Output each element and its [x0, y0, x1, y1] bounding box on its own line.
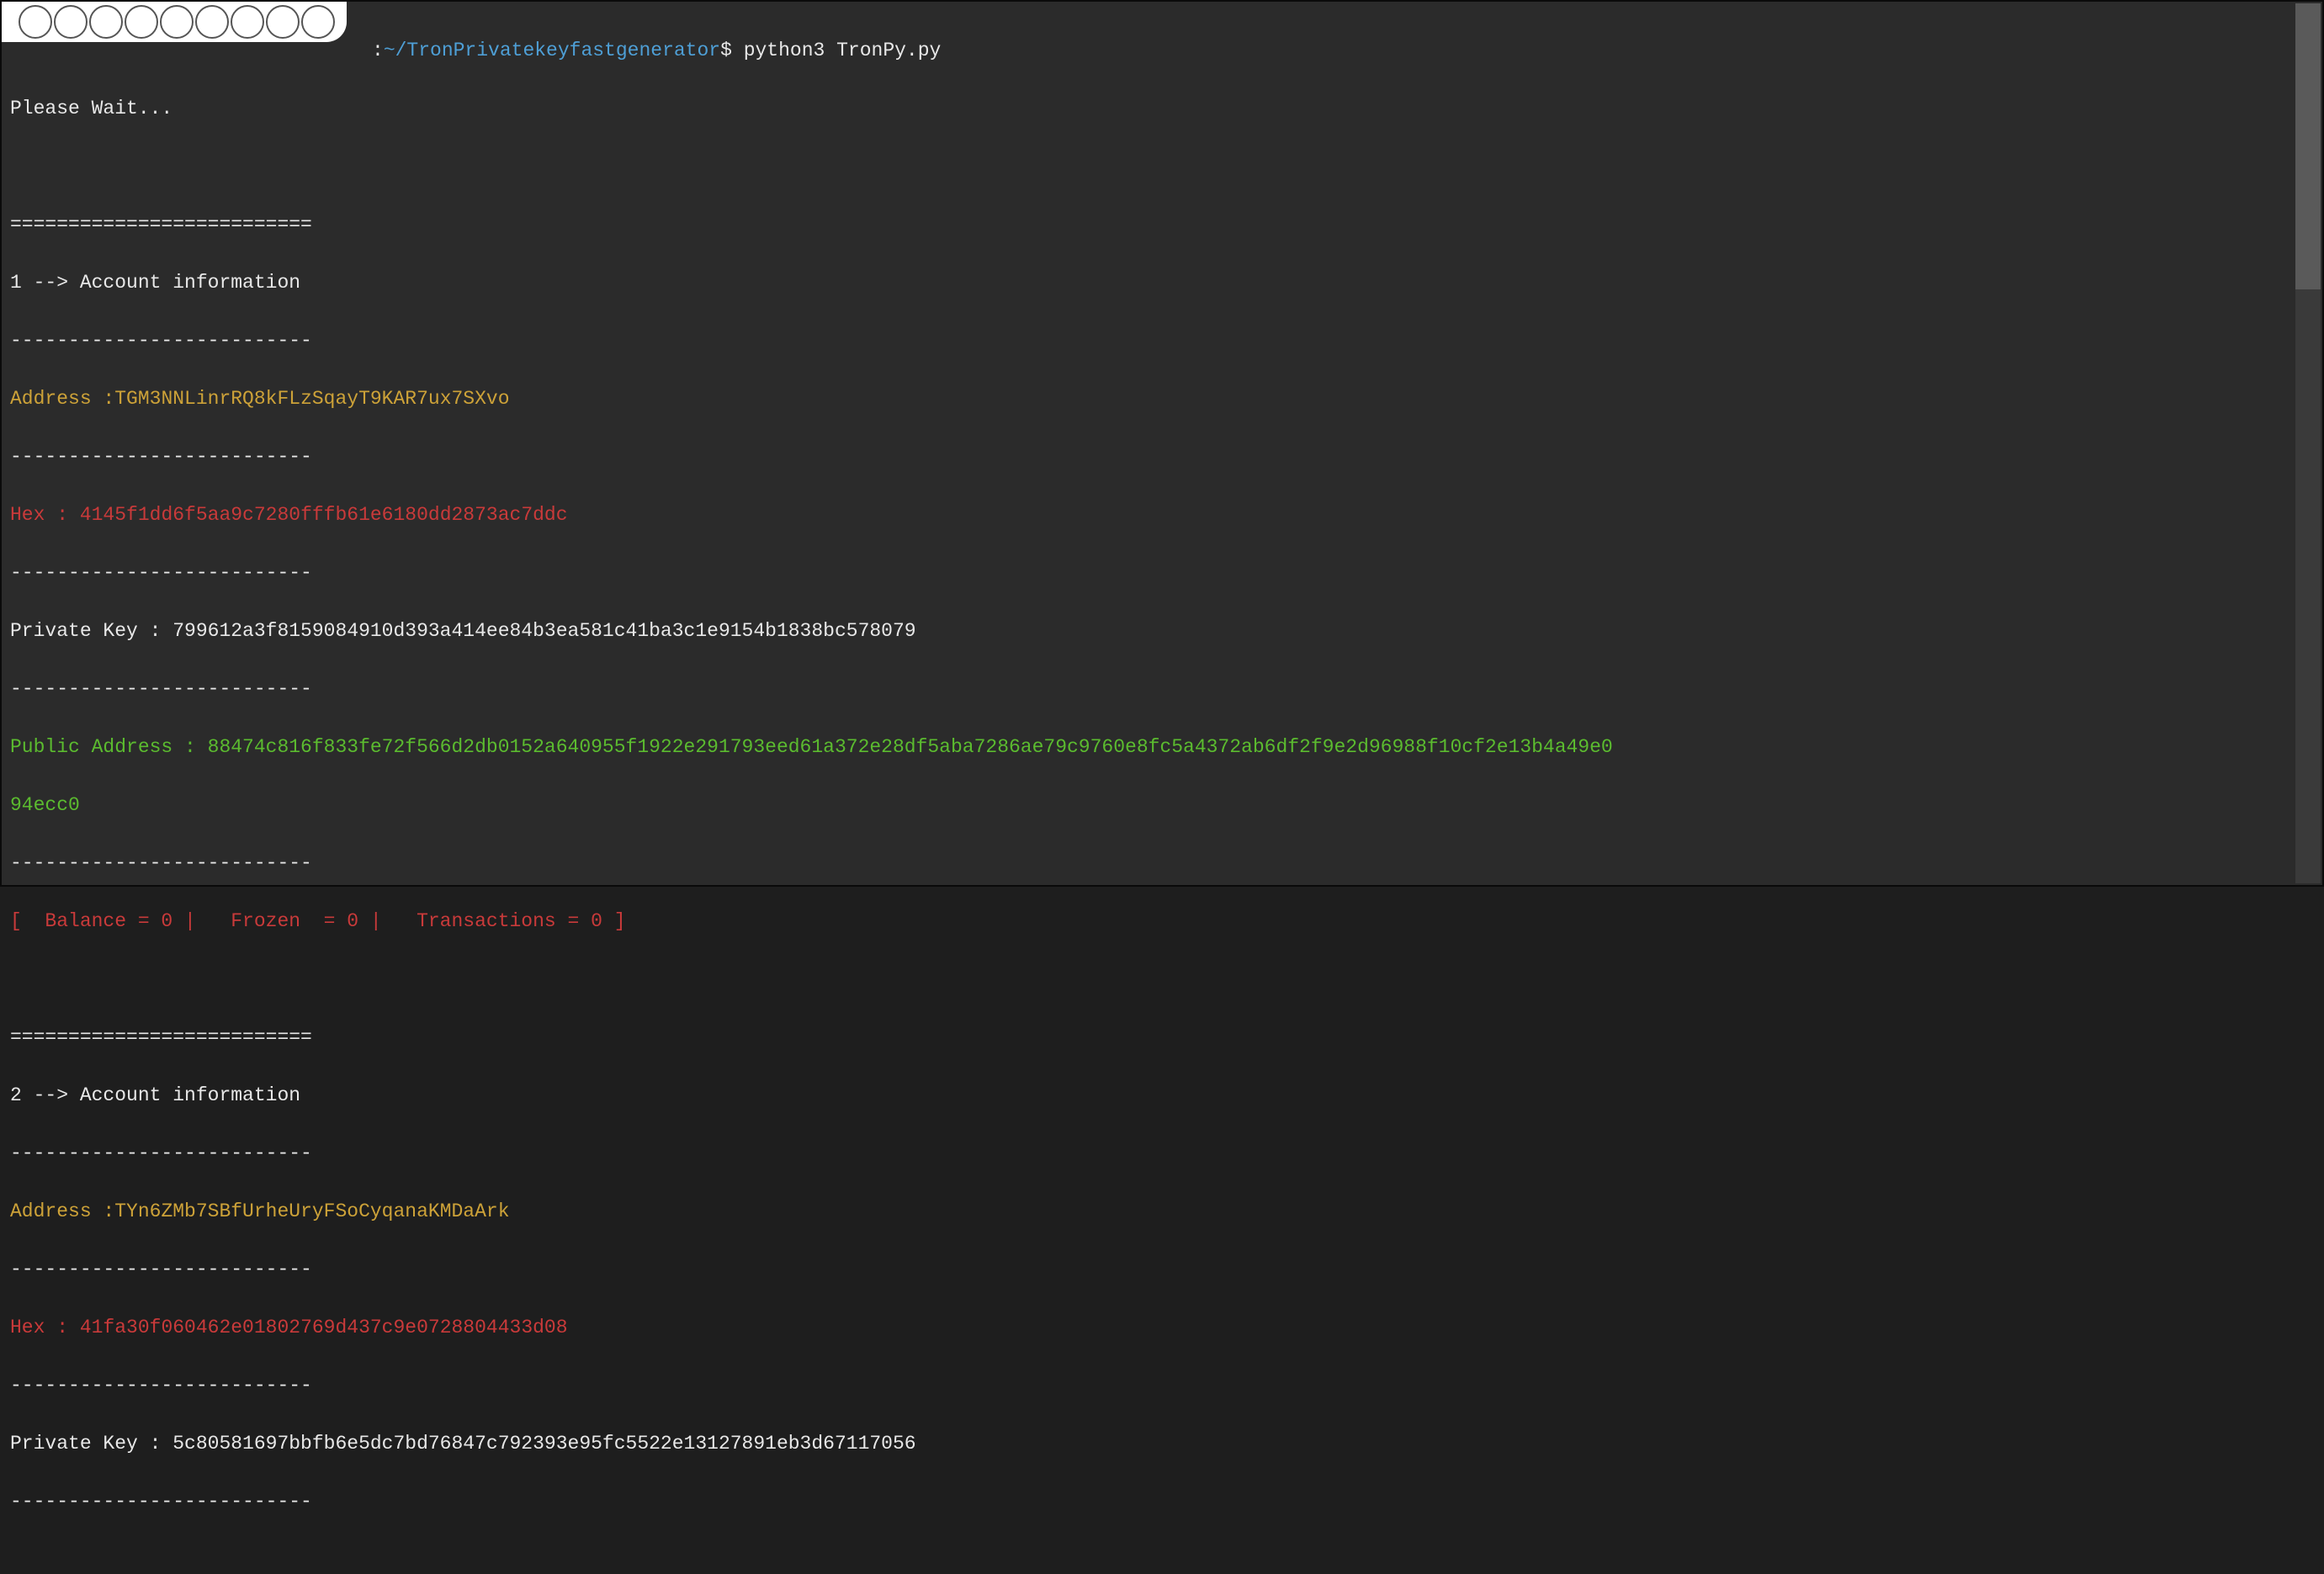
tab-circle-icon [19, 5, 52, 39]
separator-dash: -------------------------- [10, 443, 2314, 472]
hex-value: 4145f1dd6f5aa9c7280fffb61e6180dd2873ac7d… [80, 504, 568, 526]
private-key-value: 799612a3f8159084910d393a414ee84b3ea581c4… [172, 620, 915, 642]
stats-line: [ Balance = 0 | Frozen = 0 | Transaction… [10, 907, 2314, 936]
address-line: Address :TGM3NNLinrRQ8kFLzSqayT9KAR7ux7S… [10, 384, 2314, 414]
wait-message: Please Wait... [10, 94, 2314, 124]
scrollbar-thumb[interactable] [2295, 3, 2321, 289]
command-text: python3 TronPy.py [732, 40, 941, 61]
private-key-line: Private Key : 5c80581697bbfb6e5dc7bd7684… [10, 1429, 2314, 1459]
separator-dash: -------------------------- [10, 675, 2314, 704]
public-address-label: Public Address : [10, 736, 208, 758]
hex-label: Hex : [10, 1317, 80, 1338]
separator-equal: ========================== [10, 1023, 2314, 1052]
account-header: 2 --> Account information [10, 1081, 2314, 1110]
separator-equal: ========================== [10, 210, 2314, 240]
scrollbar-track[interactable] [2295, 3, 2321, 883]
tab-circle-icon [125, 5, 158, 39]
tab-circle-icon [266, 5, 300, 39]
terminal-output[interactable]: :~/TronPrivatekeyfastgenerator$ python3 … [10, 7, 2314, 1574]
hex-label: Hex : [10, 504, 80, 526]
public-address-line-2: 94ecc0 [10, 791, 2314, 820]
private-key-label: Private Key : [10, 620, 172, 642]
separator-dash: -------------------------- [10, 849, 2314, 878]
address-line: Address :TYn6ZMb7SBfUrheUryFSoCyqanaKMDa… [10, 1197, 2314, 1227]
prompt-colon: : [372, 40, 384, 61]
tab-circle-icon [89, 5, 123, 39]
tab-circle-icon [160, 5, 194, 39]
tab-circle-icon [301, 5, 335, 39]
separator-dash: -------------------------- [10, 1487, 2314, 1517]
separator-dash: -------------------------- [10, 559, 2314, 588]
private-key-value: 5c80581697bbfb6e5dc7bd76847c792393e95fc5… [172, 1433, 915, 1455]
hex-line: Hex : 4145f1dd6f5aa9c7280fffb61e6180dd28… [10, 501, 2314, 530]
private-key-label: Private Key : [10, 1433, 172, 1455]
browser-tabs-overlay [2, 2, 347, 42]
public-address-value-1: 88474c816f833fe72f566d2db0152a640955f192… [208, 736, 1613, 758]
prompt-dollar: $ [720, 40, 732, 61]
prompt-line: :~/TronPrivatekeyfastgenerator$ python3 … [10, 36, 2314, 66]
prompt-path: ~/TronPrivatekeyfastgenerator [384, 40, 720, 61]
tab-circle-icon [231, 5, 264, 39]
separator-dash: -------------------------- [10, 1139, 2314, 1169]
address-label: Address : [10, 388, 114, 410]
address-label: Address : [10, 1200, 114, 1222]
public-address-line-1: Public Address : 88474c816f833fe72f566d2… [10, 733, 2314, 762]
tab-circle-icon [54, 5, 88, 39]
separator-dash: -------------------------- [10, 1255, 2314, 1285]
account-header: 1 --> Account information [10, 268, 2314, 298]
private-key-line: Private Key : 799612a3f8159084910d393a41… [10, 617, 2314, 646]
hex-value: 41fa30f060462e01802769d437c9e0728804433d… [80, 1317, 568, 1338]
address-value: TGM3NNLinrRQ8kFLzSqayT9KAR7ux7SXvo [114, 388, 509, 410]
address-value: TYn6ZMb7SBfUrheUryFSoCyqanaKMDaArk [114, 1200, 509, 1222]
tab-circle-icon [195, 5, 229, 39]
hex-line: Hex : 41fa30f060462e01802769d437c9e07288… [10, 1313, 2314, 1343]
separator-dash: -------------------------- [10, 326, 2314, 356]
terminal-window: :~/TronPrivatekeyfastgenerator$ python3 … [0, 0, 2324, 887]
separator-dash: -------------------------- [10, 1371, 2314, 1401]
